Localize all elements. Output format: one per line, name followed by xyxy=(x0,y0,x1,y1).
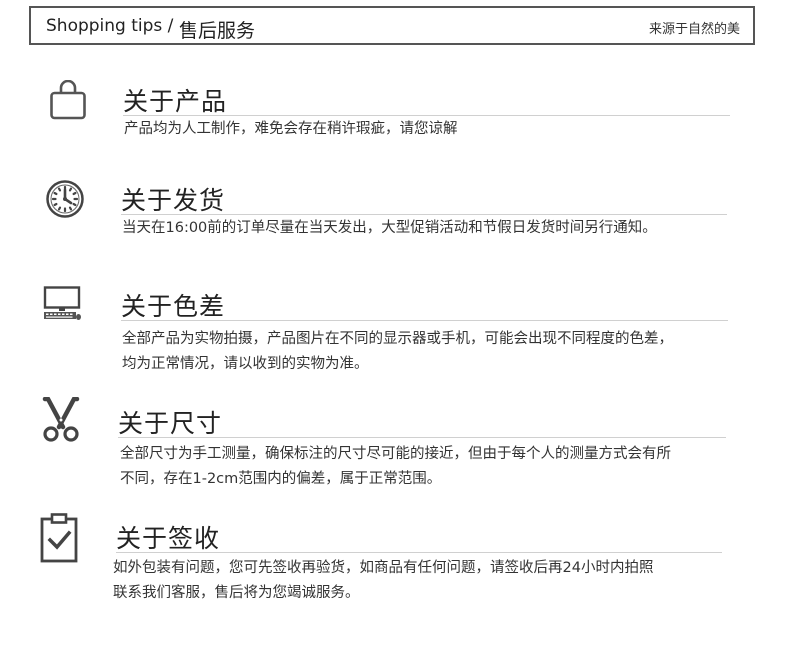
description-line: 当天在16:00前的订单尽量在当天发出，大型促销活动和节假日发货时间另行通知。 xyxy=(122,220,657,236)
description-line: 不同，存在1-2cm范围内的偏差，属于正常范围。 xyxy=(120,471,442,487)
section-title: 关于尺寸 xyxy=(118,409,223,438)
clock-icon xyxy=(46,180,84,218)
computer-icon xyxy=(43,286,81,320)
description-line: 如外包装有问题，您可先签收再验货，如商品有任何问题，请签收后再24小时内拍照 xyxy=(113,560,654,576)
section-title: 关于色差 xyxy=(121,292,226,321)
divider xyxy=(121,214,727,215)
divider xyxy=(118,437,726,438)
section-title: 关于产品 xyxy=(123,87,228,116)
description-line: 全部产品为实物拍摄，产品图片在不同的显示器或手机，可能会出现不同程度的色差， xyxy=(122,331,673,347)
description-line: 产品均为人工制作，难免会存在稍许瑕疵，请您谅解 xyxy=(124,121,458,137)
header-tagline: 来源于自然的美 xyxy=(648,22,740,37)
section-description: 如外包装有问题，您可先签收再验货，如商品有任何问题，请签收后再24小时内拍照 联… xyxy=(113,556,653,606)
description-line: 联系我们客服，售后将为您竭诚服务。 xyxy=(113,585,360,601)
section-title: 关于发货 xyxy=(121,186,226,215)
header-bar: Shopping tips / 售后服务 来源于自然的美 xyxy=(29,6,755,45)
header-title: 售后服务 xyxy=(179,20,256,42)
clipboard-check-icon xyxy=(40,513,78,563)
scissors-icon xyxy=(42,397,80,442)
section-title: 关于签收 xyxy=(116,524,221,553)
section-description: 全部尺寸为手工测量，确保标注的尺寸尽可能的接近，但由于每个人的测量方式会有所 不… xyxy=(120,442,671,492)
divider xyxy=(116,552,722,553)
section-description: 产品均为人工制作，难免会存在稍许瑕疵，请您谅解 xyxy=(124,117,458,142)
divider xyxy=(123,115,730,116)
shopping-bag-icon xyxy=(50,80,86,120)
header-prefix: Shopping tips / xyxy=(46,16,174,36)
description-line: 全部尺寸为手工测量，确保标注的尺寸尽可能的接近，但由于每个人的测量方式会有所 xyxy=(120,446,671,462)
section-description: 全部产品为实物拍摄，产品图片在不同的显示器或手机，可能会出现不同程度的色差， 均… xyxy=(122,327,673,377)
divider xyxy=(121,320,728,321)
description-line: 均为正常情况，请以收到的实物为准。 xyxy=(122,356,369,372)
section-description: 当天在16:00前的订单尽量在当天发出，大型促销活动和节假日发货时间另行通知。 xyxy=(122,216,657,241)
